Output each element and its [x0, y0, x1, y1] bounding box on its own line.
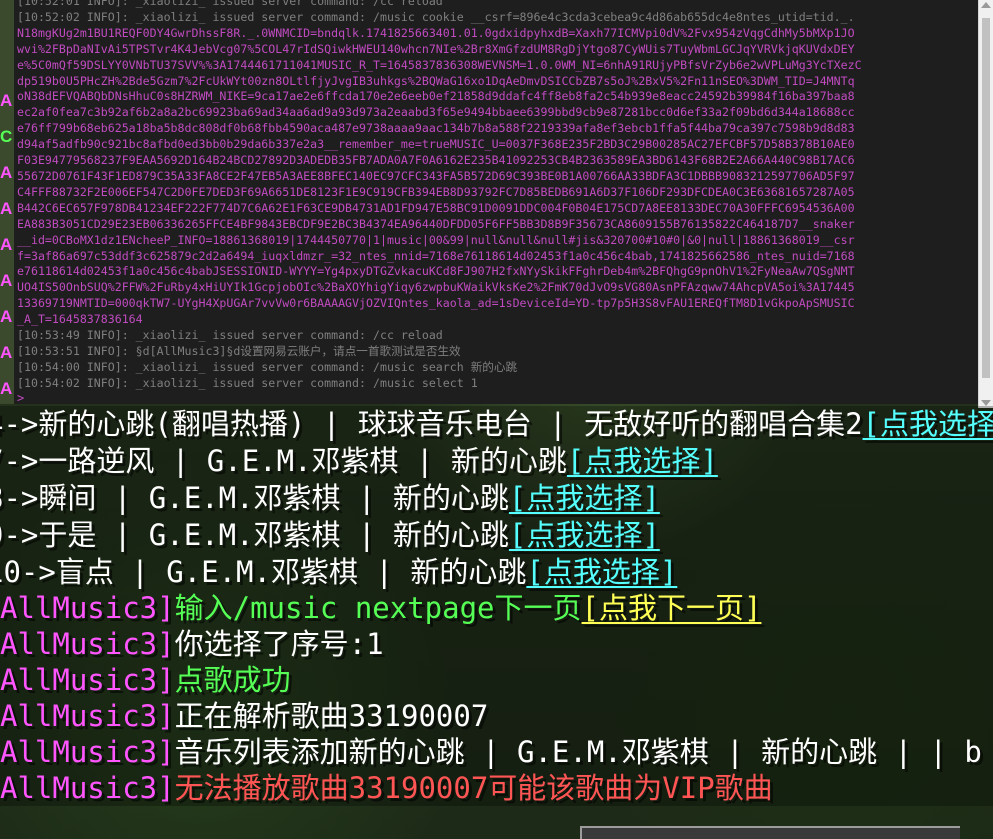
- nextpage-link[interactable]: [点我下一页]: [582, 590, 762, 626]
- result-text: 于是 | G.E.M.邓紫棋 | 新的心跳: [38, 518, 509, 552]
- gutter-letter: A: [0, 343, 13, 362]
- console-gutter: A C A A A A A A A: [0, 0, 14, 404]
- console-line: __id=0CBoMX1dz1ENcheeP_INFO=18861368019|…: [17, 232, 855, 247]
- added-message: 音乐列表添加新的心跳 | G.E.M.邓紫棋 | 新的心跳 | | b: [174, 735, 982, 769]
- plugin-tag: AllMusic3]: [0, 771, 175, 805]
- scroll-thumb[interactable]: [982, 18, 990, 378]
- console-line: d94af5adfb90c921bc8afbd0ed3bb0b29da6b337…: [17, 137, 855, 152]
- result-prefix: 9->: [0, 518, 39, 552]
- console-line: [10:54:02 INFO]: _xiaolizi_ issued serve…: [17, 375, 478, 390]
- console-line: EA883B3051CD29E23EB06336265FFCE4BF9843EB…: [17, 216, 855, 231]
- chat-line-selected: AllMusic3]你选择了序号:1: [0, 626, 384, 662]
- result-prefix: 7->: [0, 444, 39, 478]
- success-message: 点歌成功: [174, 663, 291, 697]
- plugin-tag: AllMusic3]: [0, 591, 175, 625]
- chat-line-result: 7->一路逆风 | G.E.M.邓紫棋 | 新的心跳[点我选择]: [0, 443, 718, 479]
- gutter-letter: A: [0, 235, 13, 254]
- game-chat: 4->新的心跳(翻唱热播) | 球球音乐电台 | 无敌好听的翻唱合集2[点我选择…: [0, 406, 993, 806]
- chat-line-result: 4->新的心跳(翻唱热播) | 球球音乐电台 | 无敌好听的翻唱合集2[点我选择…: [0, 406, 993, 442]
- console-line: _A_T=1645837836164: [17, 312, 143, 327]
- select-link[interactable]: [点我选择]: [509, 517, 660, 553]
- console-prompt[interactable]: >: [17, 392, 24, 404]
- chat-line-nextpage: AllMusic3]输入/music nextpage下一页[点我下一页]: [0, 590, 761, 626]
- result-text: 盲点 | G.E.M.邓紫棋 | 新的心跳: [55, 555, 527, 589]
- console-line: F03E94779568237F9EAA5692D164B24BCD27892D…: [17, 153, 855, 168]
- plugin-tag: AllMusic3]: [0, 699, 175, 733]
- result-text: 瞬间 | G.E.M.邓紫棋 | 新的心跳: [38, 481, 509, 515]
- parsing-message: 正在解析歌曲33190007: [174, 699, 489, 733]
- inventory-hotbar-frame: [580, 826, 960, 839]
- console-line: UO4IS50OnbSUQ%2FFW%2FuRby4xHiUYIk1Gcpjob…: [17, 280, 855, 295]
- chat-line-result: 9->于是 | G.E.M.邓紫棋 | 新的心跳[点我选择]: [0, 517, 660, 553]
- console-line: C4FFF88732F2E006EF547C2D0FE7DED3F69A6651…: [17, 184, 855, 199]
- result-text: 新的心跳(翻唱热播) | 球球音乐电台 | 无敌好听的翻唱合集2: [38, 407, 863, 441]
- result-prefix: 8->: [0, 481, 39, 515]
- console-scrollbar[interactable]: [978, 0, 993, 408]
- chat-line-result: 8->瞬间 | G.E.M.邓紫棋 | 新的心跳[点我选择]: [0, 480, 660, 516]
- result-text: 一路逆风 | G.E.M.邓紫棋 | 新的心跳: [38, 444, 567, 478]
- console-line: oN38dEFVQABQbDNsHhuC0s8HZRWM_NIKE=9ca17a…: [17, 89, 855, 104]
- gutter-letter: A: [0, 199, 13, 218]
- result-prefix: 4->: [0, 407, 39, 441]
- console-log: [10:52:01 INFO]: _xiaolizi_ issued serve…: [17, 0, 975, 392]
- select-link[interactable]: [点我选择]: [567, 443, 718, 479]
- console-line: [10:52:02 INFO]: _xiaolizi_ issued serve…: [17, 9, 855, 24]
- chat-line-success: AllMusic3]点歌成功: [0, 662, 291, 698]
- scroll-up-arrow-icon[interactable]: [981, 2, 991, 8]
- console-line: e76118614d02453f1a0c456c4babJSESSIONID-W…: [17, 264, 855, 279]
- result-prefix: 10->: [0, 555, 56, 589]
- gutter-letter: A: [0, 163, 13, 182]
- nextpage-hint: 输入/music nextpage下一页: [174, 591, 582, 625]
- chat-line-error: AllMusic3]无法播放歌曲33190007可能该歌曲为VIP歌曲: [0, 770, 773, 806]
- console-line: dp519b0U5PHcZH%2Bde5Gzm7%2FcUkWYt00zn8OL…: [17, 73, 855, 88]
- console-line: 13369719NMTID=000qkTW7-UYgH4XpUGAr7vvVw0…: [17, 296, 855, 311]
- console-line: [10:53:51 INFO]: §d[AllMusic3]§d设置网易云账户，…: [17, 343, 461, 358]
- console-line: N18mgKUg2m1BU1REQF0DY4GwrDhssF8R._.0WNMC…: [17, 25, 855, 40]
- gutter-letter: A: [0, 271, 13, 290]
- console-line: 55672D0761F43F1ED879C35A33FA8CE2F47EB5A3…: [17, 168, 855, 183]
- plugin-tag: AllMusic3]: [0, 663, 175, 697]
- plugin-tag: AllMusic3]: [0, 627, 175, 661]
- select-link[interactable]: [点我选择]: [863, 406, 993, 442]
- console-line: ec2af0fea7c3b92af6b2a8a2bc69923ba69ad34a…: [17, 105, 855, 120]
- plugin-tag: AllMusic3]: [0, 735, 175, 769]
- console-line: B442C6EC657F978DB41234EF222F774D7C6A62E1…: [17, 200, 855, 215]
- chat-line-added: AllMusic3]音乐列表添加新的心跳 | G.E.M.邓紫棋 | 新的心跳 …: [0, 734, 982, 770]
- console-line: e76ff799b68eb625a18ba5b8dc808df0b68fbb45…: [17, 121, 855, 136]
- console-line: [10:53:49 INFO]: _xiaolizi_ issued serve…: [17, 328, 443, 343]
- select-link[interactable]: [点我选择]: [526, 554, 677, 590]
- error-message: 无法播放歌曲33190007可能该歌曲为VIP歌曲: [174, 771, 773, 805]
- gutter-letter: A: [0, 307, 13, 326]
- server-console[interactable]: A C A A A A A A A [10:52:01 INFO]: _xiao…: [0, 0, 978, 404]
- chat-line-parsing: AllMusic3]正在解析歌曲33190007: [0, 698, 488, 734]
- select-link[interactable]: [点我选择]: [509, 480, 660, 516]
- console-line: wvi%2FBpDaNIvAi5TPSTvr4K4JebVcg07%5COL47…: [17, 41, 855, 56]
- selected-message: 你选择了序号:1: [174, 627, 384, 661]
- gutter-letter: A: [0, 91, 13, 110]
- console-line: [10:52:01 INFO]: _xiaolizi_ issued serve…: [17, 0, 443, 8]
- chat-line-result: 10->盲点 | G.E.M.邓紫棋 | 新的心跳[点我选择]: [0, 554, 677, 590]
- console-line: [10:54:00 INFO]: _xiaolizi_ issued serve…: [17, 359, 518, 374]
- gutter-letter: A: [0, 379, 13, 398]
- gutter-letter: C: [0, 127, 13, 146]
- console-line: f=3af86a697c53ddf3c625879c2d2a6494_iuqxl…: [17, 248, 855, 263]
- console-line: e%5C0mQf59DSLYY0VNbTU37SVV%%3A1744461711…: [17, 57, 862, 72]
